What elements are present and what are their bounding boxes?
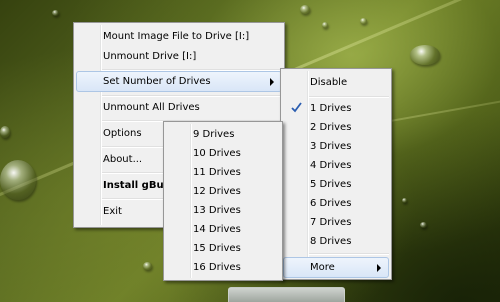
drive-count-16-menu-item[interactable]: 16 Drives	[166, 257, 280, 278]
unmount-all-drives-menu-item[interactable]: Unmount All Drives	[76, 97, 282, 118]
drive-count-7-menu-item[interactable]: 7 Drives	[283, 212, 389, 233]
water-drop	[410, 45, 440, 65]
drive-count-9-menu-item[interactable]: 9 Drives	[166, 124, 280, 145]
drive-count-2-menu-item[interactable]: 2 Drives	[283, 117, 389, 138]
set-number-of-drives-menu-item[interactable]: Set Number of Drives	[76, 71, 282, 92]
drive-count-11-menu-item[interactable]: 11 Drives	[166, 162, 280, 183]
chevron-right-icon	[270, 77, 274, 86]
water-drop	[143, 262, 152, 270]
water-drop	[300, 5, 310, 14]
drive-count-12-menu-item[interactable]: 12 Drives	[166, 181, 280, 202]
more-drives-menu-item[interactable]: More	[283, 257, 389, 278]
water-drop	[360, 18, 367, 24]
unmount-drive-menu-item[interactable]: Unmount Drive [I:]	[76, 46, 282, 67]
water-drop	[52, 10, 59, 16]
water-drop	[402, 198, 407, 203]
disable-drives-menu-item[interactable]: Disable	[283, 72, 389, 93]
mount-image-menu-item[interactable]: Mount Image File to Drive [I:]	[76, 26, 282, 47]
water-drop	[0, 126, 10, 138]
drives-count-submenu: Disable 1 Drives 2 Drives 3 Drives 4 Dri…	[280, 68, 392, 280]
drive-count-3-menu-item[interactable]: 3 Drives	[283, 136, 389, 157]
drive-count-label: 1 Drives	[310, 103, 352, 114]
checkmark-icon	[291, 102, 302, 113]
chevron-right-icon	[377, 263, 381, 272]
drive-count-6-menu-item[interactable]: 6 Drives	[283, 193, 389, 214]
drive-count-15-menu-item[interactable]: 15 Drives	[166, 238, 280, 259]
drive-count-8-menu-item[interactable]: 8 Drives	[283, 231, 389, 252]
drive-count-13-menu-item[interactable]: 13 Drives	[166, 200, 280, 221]
drive-count-1-menu-item[interactable]: 1 Drives	[283, 98, 389, 119]
drive-count-4-menu-item[interactable]: 4 Drives	[283, 155, 389, 176]
drive-count-14-menu-item[interactable]: 14 Drives	[166, 219, 280, 240]
drive-count-10-menu-item[interactable]: 10 Drives	[166, 143, 280, 164]
more-drives-submenu: 9 Drives 10 Drives 11 Drives 12 Drives 1…	[163, 121, 283, 281]
water-drop	[322, 22, 328, 28]
more-drives-label: More	[310, 262, 335, 273]
water-drop	[0, 160, 36, 200]
taskbar-button[interactable]	[228, 287, 345, 302]
menu-separator	[309, 253, 389, 255]
set-number-of-drives-label: Set Number of Drives	[103, 76, 211, 87]
water-drop	[420, 222, 427, 228]
drive-count-5-menu-item[interactable]: 5 Drives	[283, 174, 389, 195]
